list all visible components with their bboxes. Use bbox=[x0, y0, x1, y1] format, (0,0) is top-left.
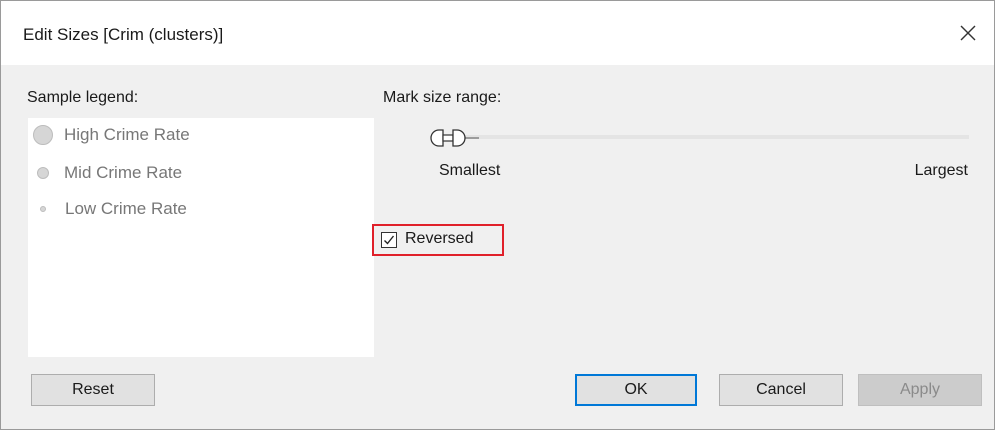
reversed-checkbox[interactable] bbox=[381, 232, 397, 248]
close-button[interactable] bbox=[950, 15, 986, 51]
medium-circle-icon bbox=[37, 167, 49, 179]
title-bar: Edit Sizes [Crim (clusters)] bbox=[1, 1, 994, 65]
max-handle-icon[interactable] bbox=[452, 129, 466, 147]
smallest-label: Smallest bbox=[439, 162, 501, 179]
legend-item-label: Mid Crime Rate bbox=[64, 163, 183, 182]
legend-item-mid: Mid Crime Rate bbox=[37, 163, 182, 183]
ok-button[interactable]: OK bbox=[575, 374, 697, 406]
edit-sizes-dialog: Edit Sizes [Crim (clusters)] Sample lege… bbox=[0, 0, 995, 430]
reversed-label: Reversed bbox=[405, 230, 474, 247]
cancel-button[interactable]: Cancel bbox=[719, 374, 843, 406]
dialog-title: Edit Sizes [Crim (clusters)] bbox=[23, 25, 224, 44]
mark-size-slider-handles[interactable] bbox=[429, 128, 489, 148]
legend-item-label: Low Crime Rate bbox=[65, 199, 187, 218]
apply-button[interactable]: Apply bbox=[858, 374, 982, 406]
legend-item-low: Low Crime Rate bbox=[40, 199, 187, 219]
small-circle-icon bbox=[40, 206, 46, 212]
largest-label: Largest bbox=[914, 162, 968, 179]
reversed-checkbox-row[interactable]: Reversed bbox=[372, 224, 504, 256]
mark-size-range-label: Mark size range: bbox=[383, 89, 502, 106]
legend-item-high: High Crime Rate bbox=[33, 125, 190, 145]
legend-item-label: High Crime Rate bbox=[64, 125, 190, 144]
min-handle-icon[interactable] bbox=[430, 129, 444, 147]
reset-button[interactable]: Reset bbox=[31, 374, 155, 406]
sample-legend-box: High Crime Rate Mid Crime Rate Low Crime… bbox=[28, 118, 374, 357]
checkmark-icon bbox=[384, 235, 395, 245]
close-icon bbox=[960, 25, 976, 41]
large-circle-icon bbox=[33, 125, 53, 145]
sample-legend-label: Sample legend: bbox=[27, 89, 139, 106]
mark-size-slider-track[interactable] bbox=[431, 135, 969, 139]
